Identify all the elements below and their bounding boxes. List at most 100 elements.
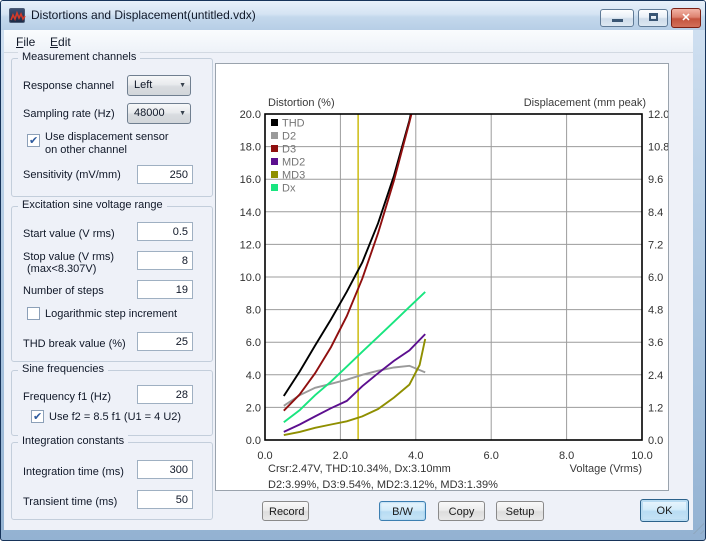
right-tick-label: 9.6 (648, 174, 663, 186)
cursor-readout-line1: Crsr:2.47V, THD:10.34%, Dx:3.10mm (268, 463, 451, 475)
sampling-rate-label: Sampling rate (Hz) (23, 108, 115, 120)
menu-bar: File Edit (4, 30, 693, 53)
logarithmic-step-label: Logarithmic step increment (45, 308, 177, 320)
legend-label-dx: Dx (282, 183, 296, 195)
transient-time-label: Transient time (ms) (23, 496, 117, 508)
right-tick-label: 6.0 (648, 272, 663, 284)
left-tick-label: 0.0 (246, 435, 261, 447)
displacement-sensor-checkbox[interactable] (27, 134, 40, 147)
record-button[interactable]: Record (262, 501, 309, 521)
response-channel-select[interactable]: Left ▼ (127, 75, 191, 96)
x-tick-label: 0.0 (257, 450, 272, 462)
chevron-down-icon: ▼ (179, 82, 186, 89)
x-tick-label: 10.0 (631, 450, 652, 462)
close-button[interactable]: ✕ (671, 8, 701, 28)
sampling-rate-value: 48000 (134, 107, 165, 119)
setup-button[interactable]: Setup (496, 501, 544, 521)
legend-swatch-md2 (271, 158, 278, 165)
menu-edit[interactable]: Edit (44, 33, 77, 51)
legend-swatch-d3 (271, 145, 278, 152)
number-of-steps-label: Number of steps (23, 285, 104, 297)
minimize-icon (612, 19, 623, 22)
sampling-rate-select[interactable]: 48000 ▼ (127, 103, 191, 124)
use-f2-label: Use f2 = 8.5 f1 (U1 = 4 U2) (49, 411, 181, 423)
right-tick-label: 4.8 (648, 305, 663, 317)
series-dx-line (284, 292, 425, 422)
right-tick-label: 12.0 (648, 109, 668, 121)
left-tick-label: 16.0 (240, 174, 261, 186)
start-value-input[interactable] (137, 222, 193, 241)
app-icon (9, 8, 25, 23)
menu-file[interactable]: File (10, 33, 41, 51)
x-tick-label: 2.0 (333, 450, 348, 462)
stop-value-note: (max<8.307V) (27, 263, 96, 275)
legend-label-d3: D3 (282, 144, 296, 156)
close-icon: ✕ (681, 12, 690, 24)
sensitivity-input[interactable] (137, 165, 193, 184)
right-tick-label: 0.0 (648, 435, 663, 447)
frequency-f1-label: Frequency f1 (Hz) (23, 391, 111, 403)
group-title: Sine frequencies (18, 363, 108, 375)
use-f2-checkbox[interactable] (31, 410, 44, 423)
left-tick-label: 20.0 (240, 109, 261, 121)
legend-swatch-md3 (271, 171, 278, 178)
thd-break-label: THD break value (%) (23, 338, 126, 350)
x-axis-label: Voltage (Vrms) (570, 463, 642, 475)
legend-swatch-dx (271, 184, 278, 191)
group-title: Integration constants (18, 435, 128, 447)
integration-time-label: Integration time (ms) (23, 466, 124, 478)
left-tick-label: 12.0 (240, 239, 261, 251)
copy-button[interactable]: Copy (438, 501, 485, 521)
legend-label-md3: MD3 (282, 170, 305, 182)
chart-panel: Distortion (%) Displacement (mm peak) 20… (215, 63, 669, 491)
displacement-sensor-label-line1: Use displacement sensor (45, 131, 169, 143)
frequency-f1-input[interactable] (137, 385, 193, 404)
x-tick-label: 4.0 (408, 450, 423, 462)
title-bar: Distortions and Displacement(untitled.vd… (1, 1, 705, 30)
right-tick-label: 1.2 (648, 402, 663, 414)
group-title: Excitation sine voltage range (18, 199, 167, 211)
dialog-window: Distortions and Displacement(untitled.vd… (0, 0, 706, 541)
legend-label-md2: MD2 (282, 157, 305, 169)
legend-swatch-d2 (271, 132, 278, 139)
legend-swatch-thd (271, 119, 278, 126)
ok-button[interactable]: OK (640, 499, 689, 522)
stop-value-label: Stop value (V rms) (23, 251, 114, 263)
maximize-button[interactable] (638, 9, 668, 27)
left-tick-label: 8.0 (246, 305, 261, 317)
legend-label-d2: D2 (282, 131, 296, 143)
integration-time-input[interactable] (137, 460, 193, 479)
left-tick-label: 2.0 (246, 402, 261, 414)
left-tick-label: 14.0 (240, 207, 261, 219)
maximize-icon (649, 13, 658, 21)
left-tick-label: 18.0 (240, 142, 261, 154)
number-of-steps-input[interactable] (137, 280, 193, 299)
right-tick-label: 10.8 (648, 142, 668, 154)
response-channel-label: Response channel (23, 80, 114, 92)
window-title: Distortions and Displacement(untitled.vd… (31, 8, 256, 22)
bw-button[interactable]: B/W (379, 501, 426, 521)
stop-value-input[interactable] (137, 251, 193, 270)
left-tick-label: 10.0 (240, 272, 261, 284)
displacement-sensor-label-line2: on other channel (45, 144, 127, 156)
left-axis-title: Distortion (%) (268, 97, 335, 109)
right-tick-label: 3.6 (648, 337, 663, 349)
legend-label-thd: THD (282, 118, 305, 130)
resize-grip-icon[interactable] (692, 522, 704, 534)
thd-break-input[interactable] (137, 332, 193, 351)
response-channel-value: Left (134, 79, 152, 91)
minimize-button[interactable] (600, 9, 634, 27)
left-tick-label: 4.0 (246, 370, 261, 382)
start-value-label: Start value (V rms) (23, 228, 115, 240)
x-tick-label: 8.0 (559, 450, 574, 462)
logarithmic-step-checkbox[interactable] (27, 307, 40, 320)
cursor-readout-line2: D2:3.99%, D3:9.54%, MD2:3.12%, MD3:1.39% (268, 479, 498, 491)
transient-time-input[interactable] (137, 490, 193, 509)
right-tick-label: 8.4 (648, 207, 663, 219)
series-md2-line (284, 334, 425, 432)
right-tick-label: 2.4 (648, 370, 663, 382)
right-axis-title: Displacement (mm peak) (524, 97, 646, 109)
left-tick-label: 6.0 (246, 337, 261, 349)
chevron-down-icon: ▼ (179, 110, 186, 117)
chart-plot[interactable]: 20.0 18.0 16.0 14.0 12.0 10.0 8.0 6.0 4.0 2.0 0.0 1… (216, 64, 668, 490)
